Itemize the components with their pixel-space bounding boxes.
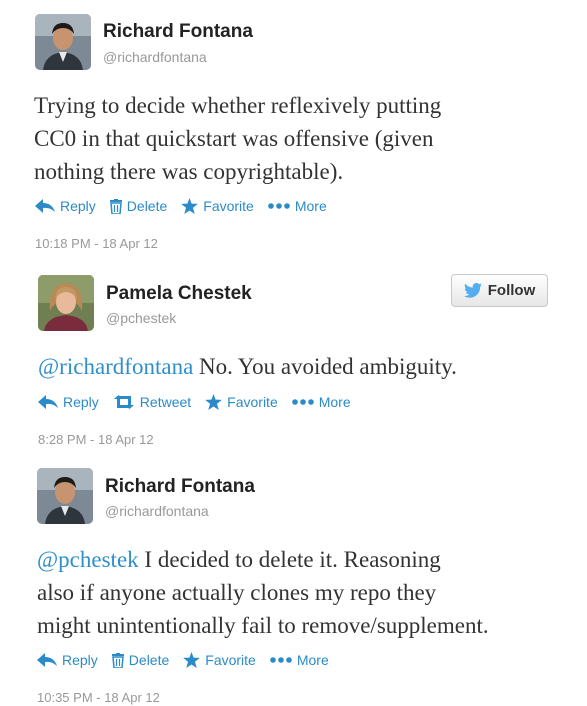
reply-button[interactable]: Reply bbox=[38, 394, 99, 410]
avatar-richard-fontana[interactable] bbox=[35, 14, 91, 70]
author-name[interactable]: Richard Fontana bbox=[103, 21, 253, 43]
author-name[interactable]: Richard Fontana bbox=[105, 476, 255, 498]
author-handle[interactable]: @pchestek bbox=[106, 310, 176, 326]
tweet-timestamp[interactable]: 8:28 PM - 18 Apr 12 bbox=[38, 432, 154, 447]
avatar-pamela-chestek[interactable] bbox=[38, 275, 94, 331]
retweet-label: Retweet bbox=[139, 394, 192, 410]
mention-link[interactable]: @richardfontana bbox=[38, 354, 193, 379]
author-handle[interactable]: @richardfontana bbox=[105, 503, 209, 519]
more-dots-icon bbox=[270, 657, 292, 663]
reply-label: Reply bbox=[63, 394, 99, 410]
retweet-button[interactable]: Retweet bbox=[113, 394, 191, 410]
trash-icon bbox=[109, 198, 122, 214]
favorite-button[interactable]: Favorite bbox=[205, 394, 278, 410]
reply-label: Reply bbox=[60, 198, 96, 214]
avatar-photo-icon bbox=[38, 275, 94, 331]
reply-icon bbox=[35, 199, 55, 213]
favorite-label: Favorite bbox=[205, 652, 256, 668]
star-icon bbox=[205, 394, 223, 410]
reply-label: Reply bbox=[62, 652, 98, 668]
tweet-text: Trying to decide whether reflexively put… bbox=[34, 89, 441, 188]
star-icon bbox=[183, 652, 201, 668]
follow-button[interactable]: Follow bbox=[451, 274, 548, 307]
tweet-text-line: nothing there was copyrightable). bbox=[34, 159, 344, 184]
delete-label: Delete bbox=[126, 198, 168, 214]
tweet-text-line: I decided to delete it. Reasoning bbox=[138, 547, 441, 572]
star-icon bbox=[181, 198, 199, 214]
reply-icon bbox=[38, 395, 58, 409]
more-dots-icon bbox=[291, 399, 314, 405]
tweet-text-line: CC0 in that quickstart was offensive (gi… bbox=[34, 126, 434, 151]
avatar-photo-icon bbox=[37, 468, 93, 524]
more-label: More bbox=[294, 198, 327, 214]
tweet-timestamp[interactable]: 10:35 PM - 18 Apr 12 bbox=[37, 690, 160, 705]
favorite-label: Favorite bbox=[227, 394, 278, 410]
author-handle[interactable]: @richardfontana bbox=[103, 49, 207, 65]
trash-icon bbox=[111, 652, 124, 668]
more-button[interactable]: More bbox=[291, 394, 351, 410]
twitter-bird-icon bbox=[463, 283, 482, 298]
tweet-timestamp[interactable]: 10:18 PM - 18 Apr 12 bbox=[35, 236, 158, 251]
tweet-text: @richardfontana No. You avoided ambiguit… bbox=[38, 350, 457, 383]
tweet-actions: Reply Delete Favorite More bbox=[37, 652, 343, 668]
tweet-actions: Reply Retweet Favorite More bbox=[38, 394, 365, 410]
avatar-photo-icon bbox=[35, 14, 91, 70]
tweet-actions: Reply Delete Favorite More bbox=[35, 198, 341, 214]
favorite-button[interactable]: Favorite bbox=[181, 198, 254, 214]
delete-button[interactable]: Delete bbox=[111, 652, 170, 668]
avatar-richard-fontana[interactable] bbox=[37, 468, 93, 524]
more-button[interactable]: More bbox=[268, 198, 327, 214]
tweet-text-line: also if anyone actually clones my repo t… bbox=[37, 580, 437, 605]
tweet-text-first-line: @pchestek I decided to delete it. Reason… bbox=[37, 543, 489, 576]
tweet-text-line: might unintentionally fail to remove/sup… bbox=[37, 613, 489, 638]
tweet-text: @pchestek I decided to delete it. Reason… bbox=[37, 543, 489, 642]
more-label: More bbox=[318, 394, 351, 410]
delete-button[interactable]: Delete bbox=[109, 198, 168, 214]
favorite-button[interactable]: Favorite bbox=[183, 652, 256, 668]
delete-label: Delete bbox=[128, 652, 170, 668]
reply-icon bbox=[37, 653, 57, 667]
reply-button[interactable]: Reply bbox=[37, 652, 98, 668]
favorite-label: Favorite bbox=[203, 198, 254, 214]
mention-link[interactable]: @pchestek bbox=[37, 547, 139, 572]
retweet-icon bbox=[113, 395, 134, 409]
tweet-text-line: No. You avoided ambiguity. bbox=[193, 354, 457, 379]
author-name[interactable]: Pamela Chestek bbox=[106, 283, 252, 305]
more-dots-icon bbox=[268, 203, 290, 209]
reply-button[interactable]: Reply bbox=[35, 198, 96, 214]
follow-label: Follow bbox=[487, 282, 536, 299]
more-label: More bbox=[296, 652, 329, 668]
tweet-text-line: Trying to decide whether reflexively put… bbox=[34, 93, 442, 118]
more-button[interactable]: More bbox=[270, 652, 329, 668]
